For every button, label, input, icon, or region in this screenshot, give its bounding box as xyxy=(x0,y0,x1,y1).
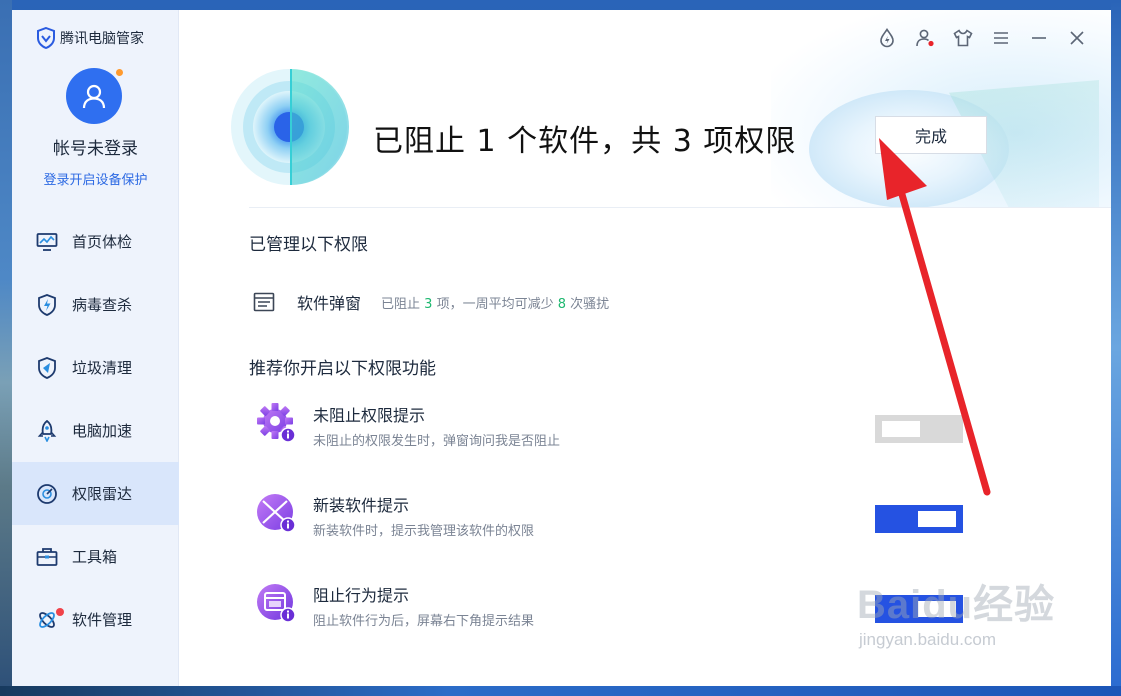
notification-dot xyxy=(56,608,64,616)
sidebar-item-label: 垃圾清理 xyxy=(72,359,133,377)
app-name: 腾讯电脑管家 xyxy=(60,31,144,47)
popup-window-icon xyxy=(253,292,275,312)
app-window: 腾讯电脑管家 帐号未登录 登录开启设备保护 首页体检 病毒查杀 垃圾清理 电脑加… xyxy=(12,10,1111,686)
close-icon[interactable] xyxy=(1067,28,1087,48)
desc-text: 次骚扰 xyxy=(570,296,610,312)
rocket-icon xyxy=(36,419,58,442)
sidebar-item-label: 病毒查杀 xyxy=(72,296,133,314)
desktop-background-right xyxy=(1111,0,1121,696)
feature-desc: 阻止软件行为后，屏幕右下角提示结果 xyxy=(313,614,535,629)
sidebar-item-label: 权限雷达 xyxy=(72,485,133,503)
toggle-knob xyxy=(882,421,920,437)
minimize-icon[interactable] xyxy=(1029,28,1049,48)
window-info-icon xyxy=(257,584,296,623)
blocked-count: 3 xyxy=(424,296,433,312)
sidebar-item-label: 电脑加速 xyxy=(72,422,133,440)
cleanup-icon xyxy=(36,356,58,379)
sidebar-item-label: 软件管理 xyxy=(72,611,133,629)
sidebar-item-software-manager[interactable]: 软件管理 xyxy=(12,588,179,651)
sidebar-item-home-check[interactable]: 首页体检 xyxy=(12,210,179,273)
sidebar-item-permission-radar[interactable]: 权限雷达 xyxy=(12,462,179,525)
permission-radar-illustration-icon xyxy=(231,69,349,185)
sidebar-nav: 首页体检 病毒查杀 垃圾清理 电脑加速 权限雷达 工具箱 软件管理 xyxy=(12,210,179,651)
done-button[interactable]: 完成 xyxy=(875,116,987,154)
user-notify-icon[interactable] xyxy=(915,28,935,48)
menu-icon[interactable] xyxy=(991,28,1011,48)
managed-item: 软件弹窗 已阻止 3 项，一周平均可减少 8 次骚扰 xyxy=(253,290,609,314)
desktop-background-left xyxy=(0,0,12,696)
shield-bolt-icon xyxy=(36,293,58,316)
toggle-block-action-alert[interactable] xyxy=(875,595,963,623)
feature-title: 新装软件提示 xyxy=(313,496,410,515)
notification-dot xyxy=(115,68,124,77)
desktop-background-bottom xyxy=(0,686,1121,696)
radar-icon xyxy=(36,483,58,505)
sidebar-item-label: 首页体检 xyxy=(72,233,133,251)
desc-text: 项，一周平均可减少 xyxy=(436,296,554,312)
toolbox-icon xyxy=(36,546,58,568)
boost-icon[interactable] xyxy=(877,28,897,48)
toggle-new-software-alert[interactable] xyxy=(875,505,963,533)
monitor-icon xyxy=(36,231,58,253)
main-panel: 已阻止 1 个软件，共 3 项权限 完成 已管理以下权限 软件弹窗 已阻止 3 … xyxy=(179,10,1111,686)
toggle-knob xyxy=(918,511,956,527)
toggle-knob xyxy=(918,601,956,617)
managed-item-label: 软件弹窗 xyxy=(297,294,362,313)
managed-item-desc: 已阻止 3 项，一周平均可减少 8 次骚扰 xyxy=(381,293,609,312)
account-name: 帐号未登录 xyxy=(53,139,138,159)
sidebar-item-label: 工具箱 xyxy=(72,548,118,566)
result-headline: 已阻止 1 个软件，共 3 项权限 xyxy=(373,124,797,159)
desc-text: 已阻止 xyxy=(381,296,421,312)
apps-icon xyxy=(36,609,58,631)
gear-info-icon xyxy=(257,403,296,443)
avatar[interactable] xyxy=(66,68,124,124)
feature-desc: 新装软件时，提示我管理该软件的权限 xyxy=(313,524,535,539)
toggle-unblocked-permission-alert[interactable] xyxy=(875,415,963,443)
sidebar-item-virus-scan[interactable]: 病毒查杀 xyxy=(12,273,179,336)
sidebar-item-toolbox[interactable]: 工具箱 xyxy=(12,525,179,588)
brand: 腾讯电脑管家 xyxy=(36,27,144,49)
managed-section-title: 已管理以下权限 xyxy=(249,235,368,255)
sidebar: 腾讯电脑管家 帐号未登录 登录开启设备保护 首页体检 病毒查杀 垃圾清理 电脑加… xyxy=(12,10,179,686)
titlebar-controls xyxy=(877,28,1087,48)
feature-desc: 未阻止的权限发生时，弹窗询问我是否阻止 xyxy=(313,434,561,449)
sidebar-item-speedup[interactable]: 电脑加速 xyxy=(12,399,179,462)
recommend-section-title: 推荐你开启以下权限功能 xyxy=(249,359,436,379)
tencent-shield-logo-icon xyxy=(37,27,55,49)
flower-info-icon xyxy=(257,494,296,533)
sidebar-item-cleanup[interactable]: 垃圾清理 xyxy=(12,336,179,399)
feature-title: 阻止行为提示 xyxy=(313,586,410,605)
feature-row: 未阻止权限提示 未阻止的权限发生时，弹窗询问我是否阻止 xyxy=(255,402,963,462)
skin-icon[interactable] xyxy=(953,28,973,48)
divider xyxy=(249,207,1111,208)
login-link[interactable]: 登录开启设备保护 xyxy=(12,169,179,188)
reduced-count: 8 xyxy=(557,296,567,312)
feature-title: 未阻止权限提示 xyxy=(313,406,426,425)
feature-row: 阻止行为提示 阻止软件行为后，屏幕右下角提示结果 xyxy=(255,582,963,642)
user-icon xyxy=(82,84,106,109)
feature-row: 新装软件提示 新装软件时，提示我管理该软件的权限 xyxy=(255,492,963,552)
